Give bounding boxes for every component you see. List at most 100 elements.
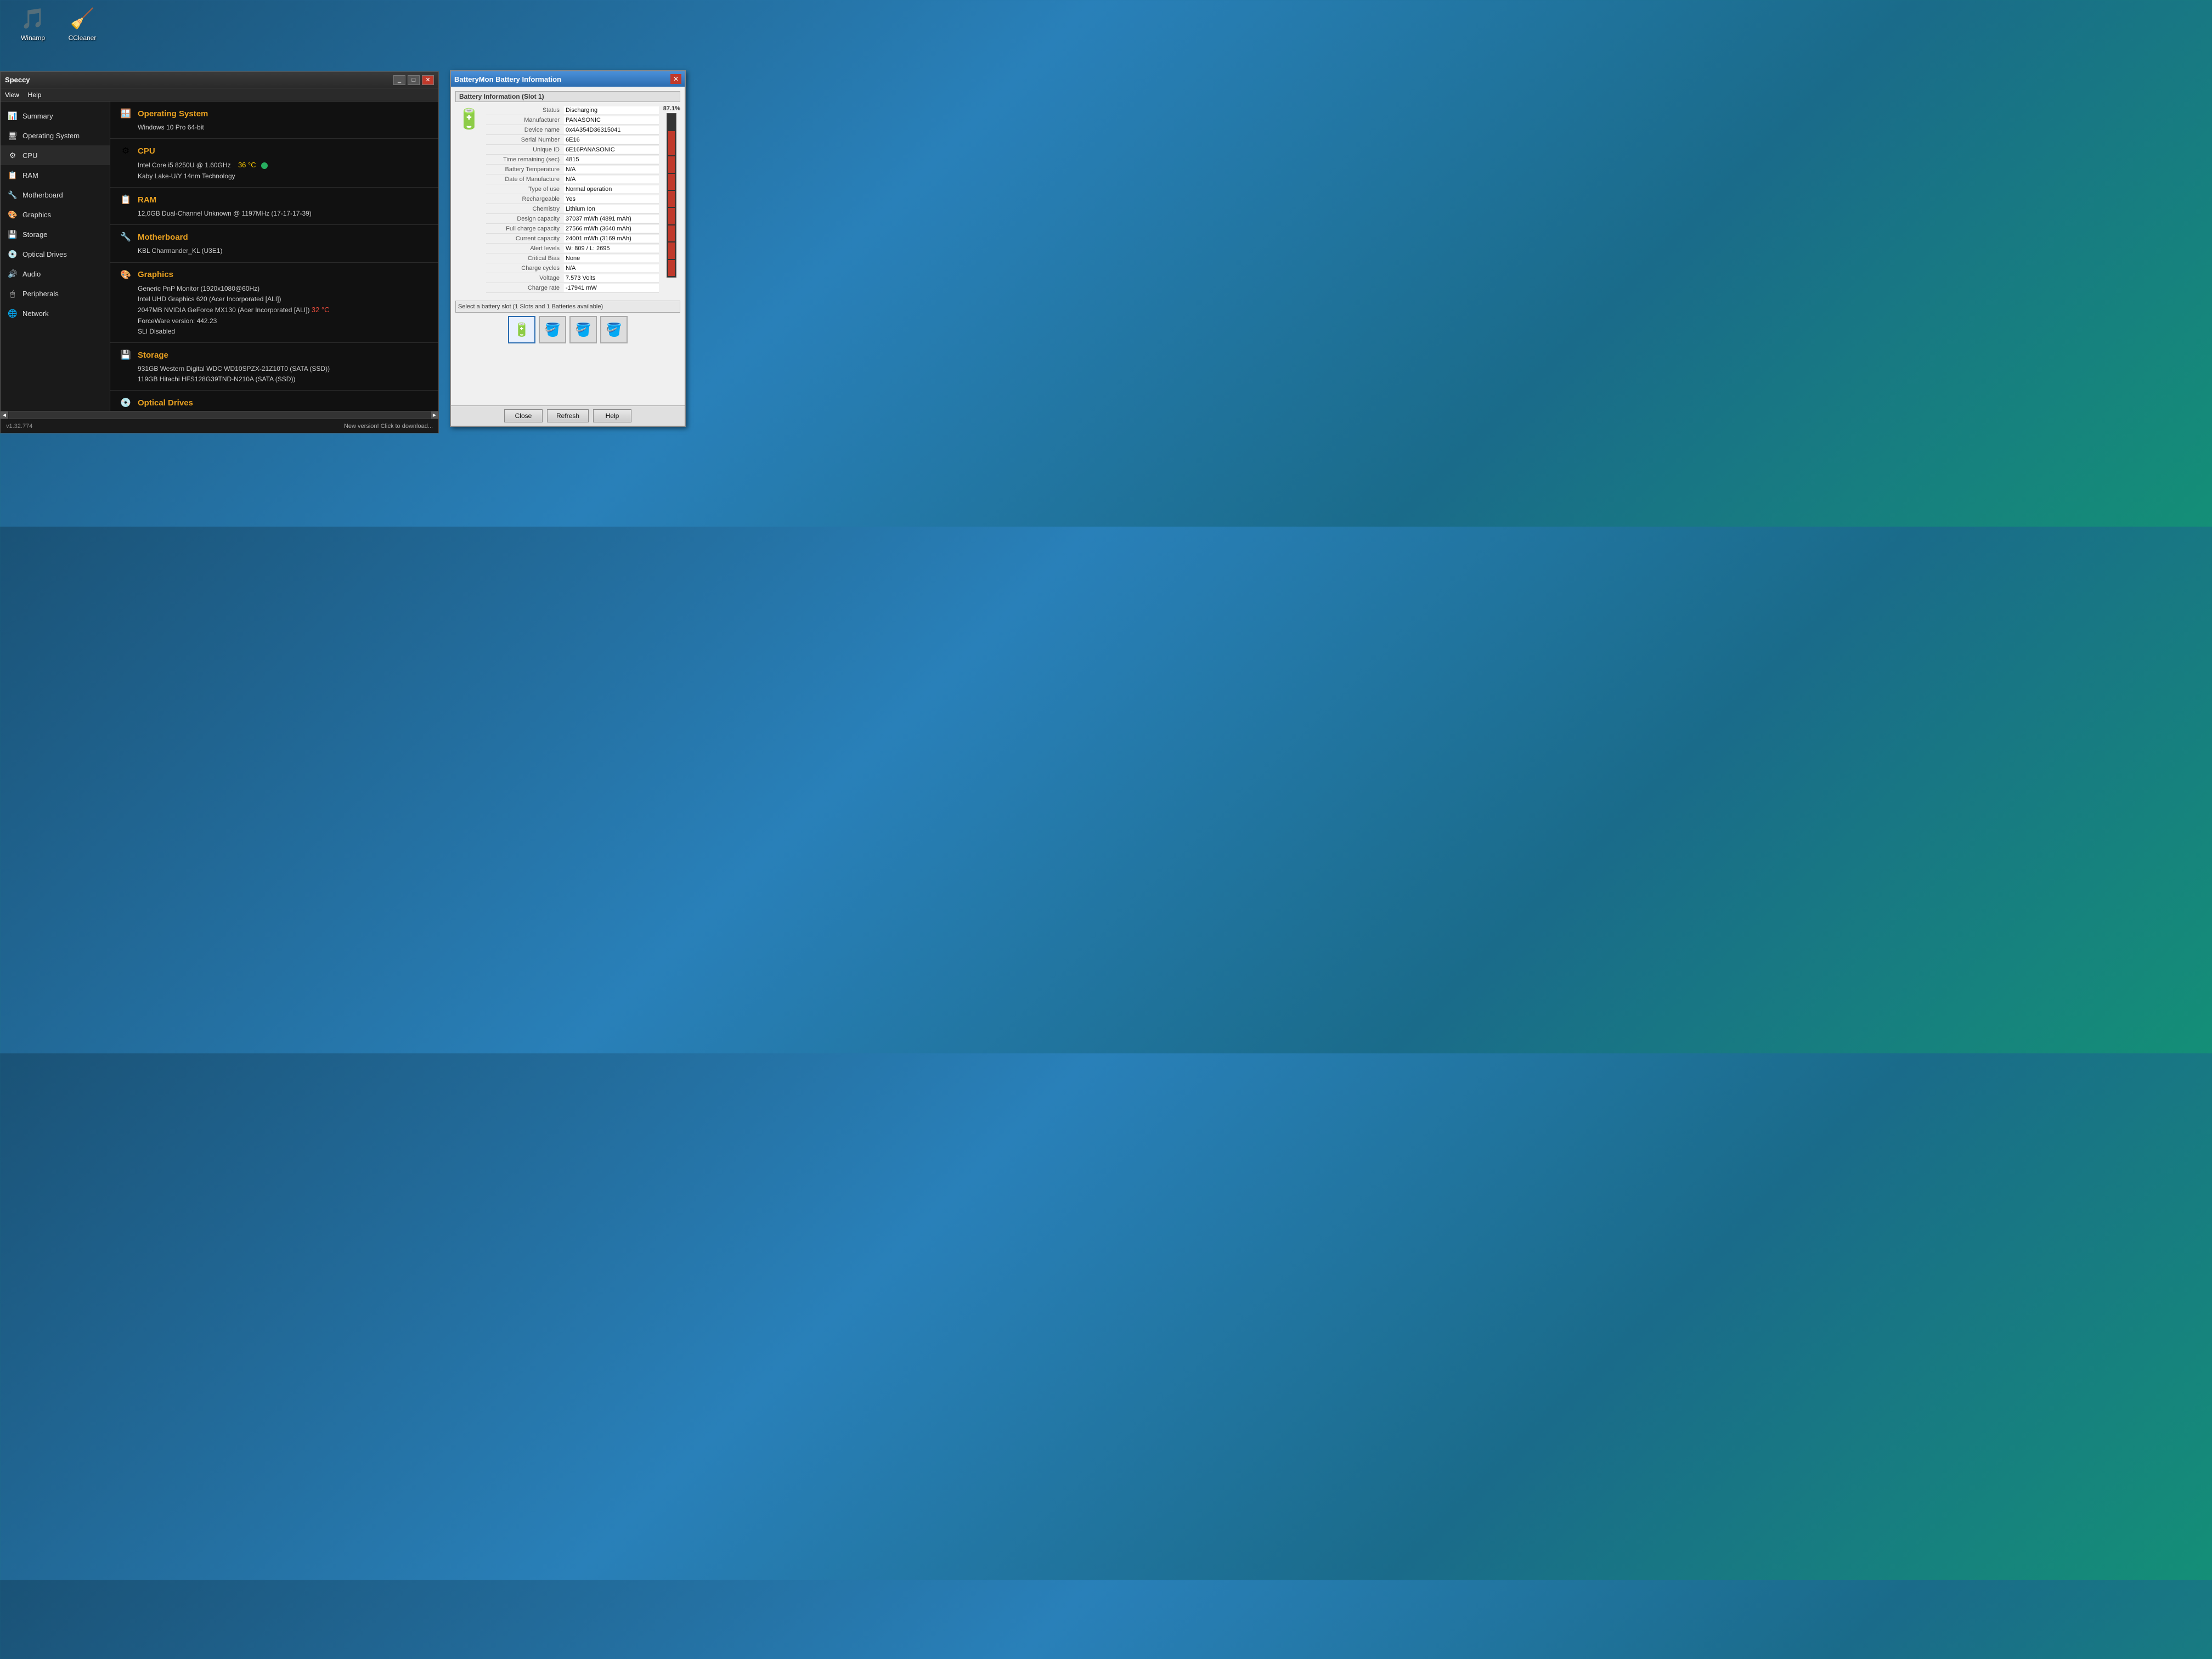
hscroll-right-button[interactable]: ▶ <box>431 411 438 419</box>
battery-slot-4[interactable]: 🪣 <box>600 316 628 343</box>
ram-header: 📋 RAM <box>119 193 430 206</box>
battery-segment-6 <box>668 225 675 241</box>
storage-section-icon: 💾 <box>119 348 132 362</box>
battery-field-value: W: 809 / L: 2695 <box>563 245 659 252</box>
desktop-icon-winamp[interactable]: 🎵 Winamp <box>11 5 55 42</box>
sidebar-item-audio[interactable]: 🔊 Audio <box>1 264 110 284</box>
speccy-sidebar: 📊 Summary 🖥 Operating System ⚙ CPU 📋 RAM… <box>1 101 110 411</box>
sidebar-label-motherboard: Motherboard <box>22 191 63 199</box>
network-icon: 🌐 <box>7 308 18 319</box>
cpu-section-title: CPU <box>138 146 155 156</box>
storage-detail-1: 931GB Western Digital WDC WD10SPZX-21Z10… <box>138 364 430 374</box>
battery-segment-7 <box>668 242 675 258</box>
motherboard-icon: 🔧 <box>7 189 18 200</box>
speccy-menu-view[interactable]: View <box>5 91 19 99</box>
hscroll-left-button[interactable]: ◀ <box>1 411 8 419</box>
battery-field-label: Charge rate <box>486 285 563 291</box>
battery-info-row: Device name0x4A354D36315041 <box>486 125 659 135</box>
optical-drives-icon: 💿 <box>7 249 18 259</box>
motherboard-section-title: Motherboard <box>138 233 188 242</box>
speccy-maximize-button[interactable]: □ <box>408 75 420 85</box>
battery-info-left: 🔋 StatusDischargingManufacturerPANASONIC… <box>455 105 659 296</box>
battery-field-label: Chemistry <box>486 206 563 212</box>
speccy-minimize-button[interactable]: _ <box>393 75 405 85</box>
sidebar-label-cpu: CPU <box>22 151 37 160</box>
graphics-detail-5: SLI Disabled <box>138 326 430 337</box>
battery-field-label: Battery Temperature <box>486 166 563 173</box>
speccy-window-body: 📊 Summary 🖥 Operating System ⚙ CPU 📋 RAM… <box>1 101 438 411</box>
os-section: 🪟 Operating System Windows 10 Pro 64-bit <box>110 101 438 139</box>
operating-system-icon: 🖥 <box>7 130 18 141</box>
battery-field-value: -17941 mW <box>563 284 659 292</box>
battery-segment-4 <box>668 191 675 207</box>
battery-field-value: 6E16 <box>563 136 659 144</box>
battery-select-section: Select a battery slot (1 Slots and 1 Bat… <box>455 301 680 313</box>
cpu-section-icon: ⚙ <box>119 144 132 157</box>
battery-info-row: ManufacturerPANASONIC <box>486 115 659 125</box>
batterymon-window: BatteryMon Battery Information ✕ Battery… <box>450 70 686 427</box>
battery-info-row: Voltage7.573 Volts <box>486 273 659 283</box>
battery-field-value: 37037 mWh (4891 mAh) <box>563 215 659 223</box>
battery-field-label: Unique ID <box>486 146 563 153</box>
sidebar-label-storage: Storage <box>22 230 48 239</box>
sidebar-label-summary: Summary <box>22 112 53 120</box>
sidebar-item-summary[interactable]: 📊 Summary <box>1 106 110 126</box>
speccy-hscrollbar: ◀ ▶ <box>1 411 438 419</box>
winamp-icon: 🎵 <box>20 5 46 32</box>
battery-info-row: Charge cyclesN/A <box>486 263 659 273</box>
battery-segment-1 <box>668 131 675 155</box>
sidebar-item-cpu[interactable]: ⚙ CPU <box>1 145 110 165</box>
storage-detail-2: 119GB Hitachi HFS128G39TND-N210A (SATA (… <box>138 374 430 385</box>
battery-slot-1[interactable]: 🔋 <box>508 316 535 343</box>
battery-select-text: Select a battery slot (1 Slots and 1 Bat… <box>458 303 603 310</box>
battery-field-label: Voltage <box>486 275 563 281</box>
sidebar-item-network[interactable]: 🌐 Network <box>1 303 110 323</box>
battery-field-label: Full charge capacity <box>486 225 563 232</box>
peripherals-icon: 🖱 <box>7 288 18 299</box>
speccy-version: v1.32.774 <box>6 423 32 430</box>
battery-info-row: Current capacity24001 mWh (3169 mAh) <box>486 234 659 244</box>
battery-segment-3 <box>668 174 675 190</box>
batterymon-refresh-button[interactable]: Refresh <box>547 409 589 422</box>
speccy-update-text[interactable]: New version! Click to download... <box>344 423 433 430</box>
storage-header: 💾 Storage <box>119 348 430 362</box>
battery-info-row: ChemistryLithium Ion <box>486 204 659 214</box>
hscroll-track[interactable] <box>9 411 430 419</box>
optical-drives-header: 💿 Optical Drives <box>119 396 430 409</box>
desktop-icon-ccleaner[interactable]: 🧹 CCleaner <box>60 5 104 42</box>
sidebar-item-ram[interactable]: 📋 RAM <box>1 165 110 185</box>
battery-info-row: Design capacity37037 mWh (4891 mAh) <box>486 214 659 224</box>
sidebar-item-graphics[interactable]: 🎨 Graphics <box>1 205 110 224</box>
battery-field-label: Date of Manufacture <box>486 176 563 183</box>
graphics-detail-2: Intel UHD Graphics 620 (Acer Incorporate… <box>138 294 430 304</box>
speccy-menu-help[interactable]: Help <box>28 91 42 99</box>
battery-field-value: 0x4A354D36315041 <box>563 126 659 134</box>
graphics-detail-3: 2047MB NVIDIA GeForce MX130 (Acer Incorp… <box>138 304 430 316</box>
battery-field-label: Alert levels <box>486 245 563 252</box>
battery-field-label: Status <box>486 107 563 114</box>
battery-field-value: 27566 mWh (3640 mAh) <box>563 225 659 233</box>
sidebar-item-optical-drives[interactable]: 💿 Optical Drives <box>1 244 110 264</box>
battery-field-value: 24001 mWh (3169 mAh) <box>563 235 659 242</box>
graphics-section-icon: 🎨 <box>119 268 132 281</box>
sidebar-item-storage[interactable]: 💾 Storage <box>1 224 110 244</box>
sidebar-item-motherboard[interactable]: 🔧 Motherboard <box>1 185 110 205</box>
motherboard-section: 🔧 Motherboard KBL Charmander_KL (U3E1) <box>110 225 438 262</box>
sidebar-item-peripherals[interactable]: 🖱 Peripherals <box>1 284 110 303</box>
battery-slot-3[interactable]: 🪣 <box>569 316 597 343</box>
speccy-statusbar: v1.32.774 New version! Click to download… <box>1 419 438 433</box>
speccy-window: Speccy _ □ ✕ View Help 📊 Summary 🖥 Opera… <box>0 71 439 433</box>
battery-field-value: Yes <box>563 195 659 203</box>
batterymon-help-button[interactable]: Help <box>593 409 631 422</box>
batterymon-close-button[interactable]: ✕ <box>670 74 681 84</box>
graphics-detail-4: ForceWare version: 442.23 <box>138 316 430 326</box>
graphics-icon: 🎨 <box>7 209 18 220</box>
battery-segment-8 <box>668 260 675 276</box>
sidebar-item-operating-system[interactable]: 🖥 Operating System <box>1 126 110 145</box>
speccy-menubar: View Help <box>1 88 438 101</box>
speccy-close-button[interactable]: ✕ <box>422 75 434 85</box>
battery-slot-2[interactable]: 🪣 <box>539 316 566 343</box>
battery-field-value: Normal operation <box>563 185 659 193</box>
battery-info-row: Time remaining (sec)4815 <box>486 155 659 165</box>
batterymon-close-footer-button[interactable]: Close <box>504 409 543 422</box>
